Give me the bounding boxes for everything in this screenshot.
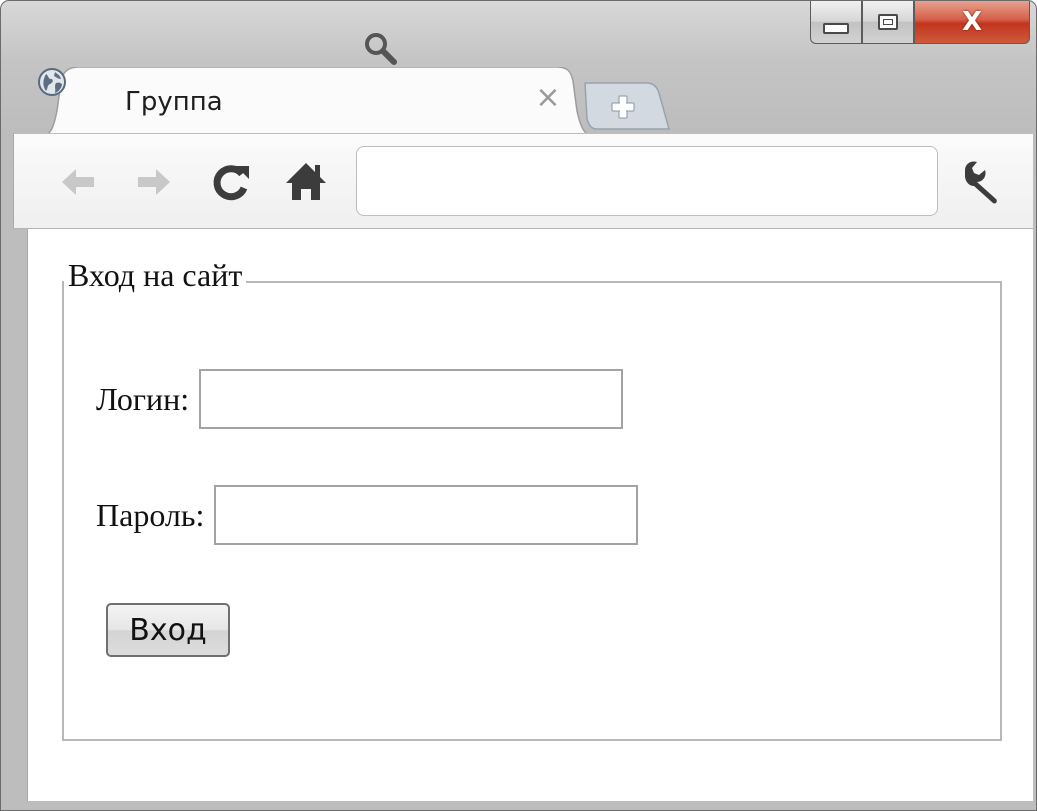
fieldset-legend: Вход на сайт: [64, 255, 247, 295]
login-row: Логин:: [96, 369, 624, 429]
close-icon: X: [961, 6, 983, 37]
browser-window: X Группа × Вход на сайт Логин: Пароль: В…: [0, 0, 1037, 811]
globe-icon: [38, 68, 66, 96]
tab-title: Группа: [125, 87, 223, 117]
maximize-icon: [878, 13, 898, 30]
settings-wrench-button[interactable]: [956, 156, 1008, 208]
wrench-icon: [965, 161, 997, 204]
login-label: Логин:: [96, 380, 190, 417]
login-submit-button[interactable]: Вход: [106, 603, 230, 657]
tab-close-icon[interactable]: ×: [533, 81, 563, 115]
close-window-button[interactable]: X: [914, 1, 1030, 44]
password-input[interactable]: [214, 485, 639, 545]
login-input[interactable]: [199, 369, 624, 429]
search-icon: [365, 33, 397, 65]
maximize-button[interactable]: [862, 1, 914, 44]
page-content: Вход на сайт Логин: Пароль: Вход: [27, 229, 1033, 801]
password-label: Пароль:: [96, 496, 205, 533]
home-icon: [286, 163, 326, 200]
back-arrow-icon: [62, 169, 94, 195]
tab-shape: [37, 67, 597, 137]
window-controls: X: [810, 1, 1030, 44]
home-button[interactable]: [280, 156, 332, 208]
tab-active[interactable]: Группа ×: [37, 67, 597, 137]
minimize-button[interactable]: [810, 1, 862, 44]
toolbar: [13, 133, 1033, 229]
back-button[interactable]: [52, 156, 104, 208]
forward-arrow-icon: [138, 169, 170, 195]
minimize-icon: [823, 23, 849, 34]
password-row: Пароль:: [96, 485, 639, 545]
reload-icon: [213, 165, 249, 201]
reload-button[interactable]: [206, 156, 258, 208]
address-bar[interactable]: [356, 146, 938, 216]
new-tab-button[interactable]: [581, 81, 673, 131]
forward-button[interactable]: [128, 156, 180, 208]
